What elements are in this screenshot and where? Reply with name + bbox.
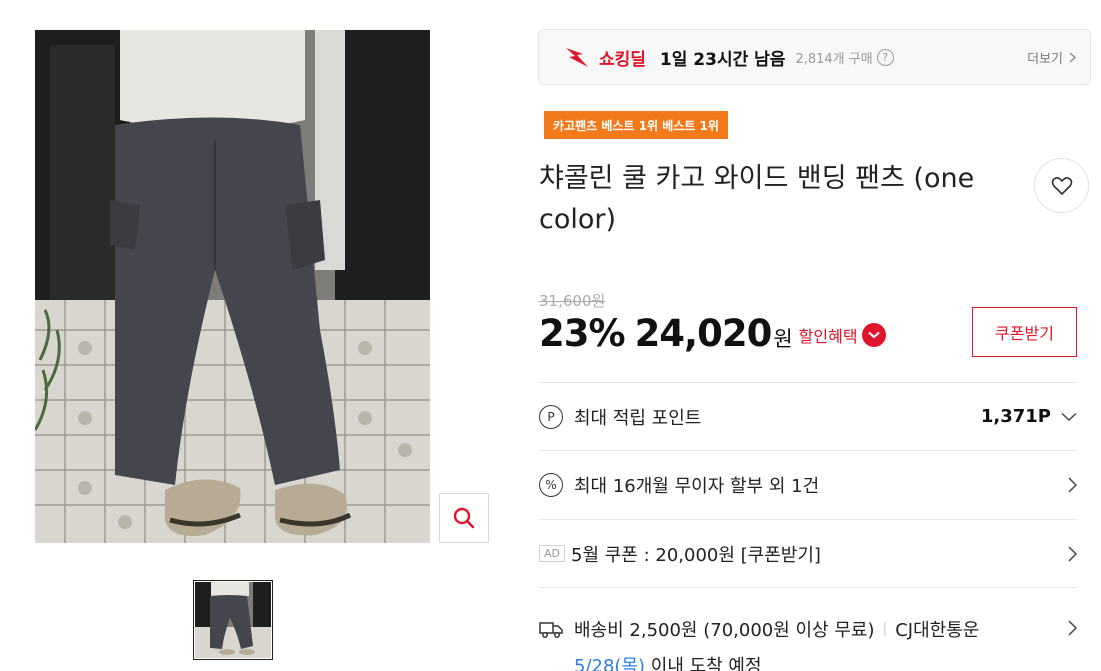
chevron-down-icon xyxy=(1061,412,1077,421)
sale-price: 24,020 xyxy=(634,312,773,355)
shipping-row[interactable]: 배송비 2,500원 (70,000원 이상 무료) | CJ대한통운 5/28… xyxy=(539,587,1077,671)
coupon-ad-right xyxy=(1068,545,1077,562)
product-title: 챠콜린 쿨 카고 와이드 밴딩 팬츠 (one color) xyxy=(539,163,975,235)
thumbnail-photo xyxy=(195,582,271,658)
shocking-deal-icon xyxy=(566,48,588,67)
shipping-fee: 배송비 2,500원 (70,000원 이상 무료) xyxy=(574,620,875,641)
discount-benefit-toggle[interactable]: 할인혜택 xyxy=(799,323,886,347)
zoom-button[interactable] xyxy=(439,493,489,543)
deal-time-remaining: 1일 23시간 남음 xyxy=(659,49,786,70)
delivery-eta: 5/28(목) 이내 도착 예정 xyxy=(539,652,979,671)
discount-benefit-label: 할인혜택 xyxy=(798,327,858,346)
deal-more-label: 더보기 xyxy=(1027,51,1063,67)
currency-unit: 원 xyxy=(773,327,793,351)
chevron-right-icon xyxy=(1068,477,1077,493)
points-label: 최대 적립 포인트 xyxy=(574,407,702,429)
deal-name: 쇼킹딜 xyxy=(599,49,646,70)
coupon-ad-row[interactable]: AD 5월 쿠폰 : 20,000원 [쿠폰받기] xyxy=(539,519,1077,587)
points-row[interactable]: P 최대 적립 포인트 1,371P xyxy=(539,382,1077,450)
shipping-line: 배송비 2,500원 (70,000원 이상 무료) | CJ대한통운 xyxy=(539,616,979,642)
percent-icon: % xyxy=(539,473,563,497)
discount-rate: 23% xyxy=(539,312,626,355)
price-row: 23% 24,020 원 할인혜택 xyxy=(539,312,886,355)
heart-icon xyxy=(1051,176,1072,195)
installment-row[interactable]: % 최대 16개월 무이자 할부 외 1건 xyxy=(539,450,1077,519)
carrier-name: CJ대한통운 xyxy=(895,620,980,641)
thumbnail-image[interactable] xyxy=(193,580,273,660)
points-right: 1,371P xyxy=(981,406,1077,427)
chevron-down-icon xyxy=(861,323,886,347)
installment-right xyxy=(1068,477,1077,493)
purchase-count: 2,814개 구매 xyxy=(795,51,873,67)
original-price: 31,600원 xyxy=(539,292,606,310)
shipping-right xyxy=(1068,620,1077,636)
chevron-right-icon xyxy=(1069,51,1076,63)
chevron-right-icon xyxy=(1068,545,1077,562)
deal-more-link[interactable]: 더보기 xyxy=(1027,48,1076,67)
get-coupon-button[interactable]: 쿠폰받기 xyxy=(972,307,1077,357)
shipping-info: 배송비 2,500원 (70,000원 이상 무료) | CJ대한통운 5/28… xyxy=(539,616,979,671)
shocking-deal-banner: 쇼킹딜 1일 23시간 남음 2,814개 구매 ? 더보기 xyxy=(538,29,1091,85)
coupon-ad-label: 5월 쿠폰 : 20,000원 [쿠폰받기] xyxy=(571,544,821,566)
eta-text: 이내 도착 예정 xyxy=(645,656,762,671)
eta-date: 5/28(목) xyxy=(574,656,646,671)
chevron-right-icon xyxy=(1068,620,1077,636)
wishlist-button[interactable] xyxy=(1034,158,1089,213)
help-icon[interactable]: ? xyxy=(876,48,894,66)
installment-label: 최대 16개월 무이자 할부 외 1건 xyxy=(574,476,820,497)
points-value: 1,371P xyxy=(980,406,1051,427)
best-ranking-badge: 카고팬츠 베스트 1위 베스트 1위 xyxy=(544,111,728,139)
truck-icon xyxy=(539,622,563,638)
product-main-image xyxy=(35,30,430,543)
search-icon xyxy=(453,507,475,529)
point-icon: P xyxy=(539,404,563,429)
product-photo-illustration xyxy=(35,30,430,543)
divider: | xyxy=(882,621,888,637)
ad-badge: AD xyxy=(539,545,565,562)
